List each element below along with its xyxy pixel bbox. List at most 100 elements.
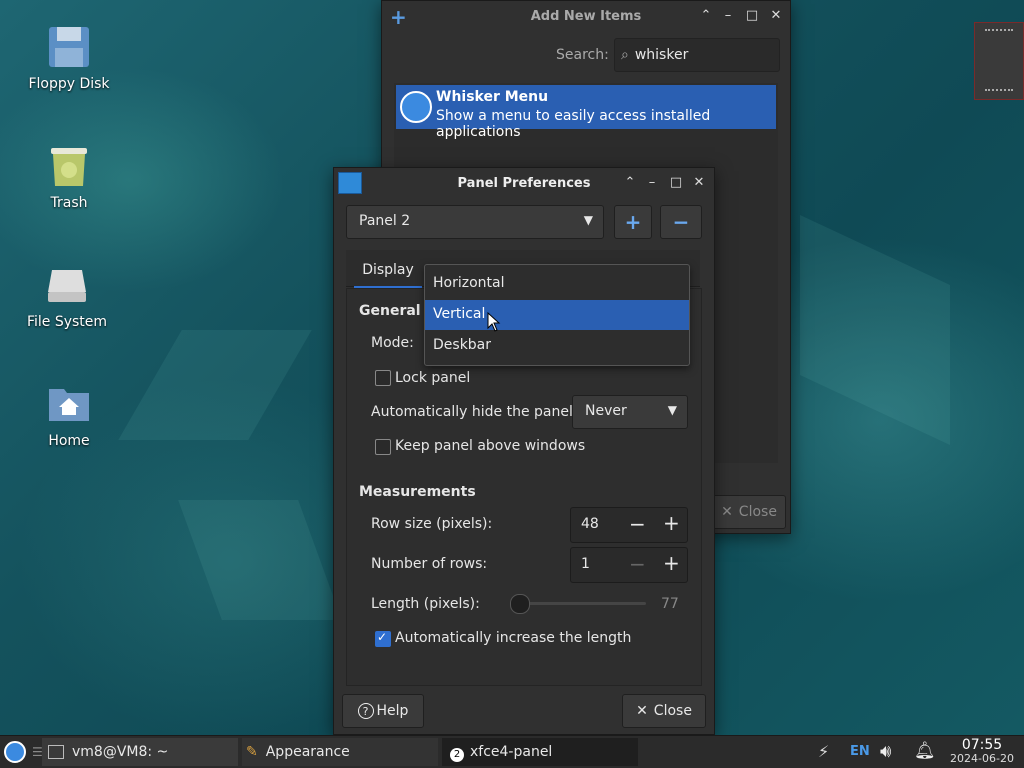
workspace-preview[interactable] — [974, 22, 1024, 100]
clock-date: 2024-06-20 — [950, 752, 1014, 765]
length-label: Length (pixels): — [371, 596, 480, 612]
close-icon: ✕ — [636, 703, 648, 719]
length-slider-track[interactable] — [510, 602, 646, 605]
close-label: Close — [653, 703, 692, 719]
network-icon[interactable]: ⚡ — [818, 742, 829, 761]
auto-hide-label: Automatically hide the panel: — [371, 404, 578, 420]
decrement-button[interactable]: − — [629, 512, 646, 536]
section-measurements: Measurements — [359, 484, 476, 500]
help-icon: ? — [357, 703, 374, 719]
row-size-label: Row size (pixels): — [371, 516, 493, 532]
clock-time: 07:55 — [961, 737, 1003, 753]
desktop-icon-label: File System — [26, 314, 108, 330]
trash-icon — [46, 143, 92, 189]
minimize-button[interactable]: – — [720, 8, 736, 24]
maximize-button[interactable]: □ — [668, 175, 684, 191]
mode-option-vertical[interactable]: Vertical — [425, 300, 689, 332]
section-general: General — [359, 303, 421, 319]
keyboard-layout[interactable]: EN — [850, 744, 870, 759]
maximize-button[interactable]: □ — [744, 8, 760, 24]
mode-label: Mode: — [371, 335, 414, 351]
task-xfce4-panel[interactable]: 2 xfce4-panel — [442, 738, 638, 766]
task-label: xfce4-panel — [470, 744, 553, 760]
whisker-menu-icon[interactable] — [4, 741, 26, 763]
row-size-value[interactable]: 48 — [581, 516, 599, 532]
lock-panel-checkbox[interactable] — [375, 370, 391, 386]
plus-icon: + — [624, 210, 642, 234]
keep-above-checkbox[interactable] — [375, 439, 391, 455]
desktop-icon-label: Trash — [50, 195, 88, 211]
tab-display[interactable]: Display — [354, 254, 422, 289]
mode-option-label: Deskbar — [433, 337, 492, 353]
wallpaper-shard — [800, 215, 950, 445]
search-input[interactable]: ⌕ whisker — [614, 38, 780, 72]
terminal-icon — [48, 745, 64, 759]
close-window-button[interactable]: ✕ — [768, 8, 784, 24]
task-appearance[interactable]: ✎ Appearance — [242, 738, 438, 766]
clock[interactable]: 07:55 2024-06-20 — [944, 737, 1020, 765]
search-value: whisker — [634, 47, 689, 63]
drive-icon — [44, 262, 90, 308]
task-terminal[interactable]: vm8@VM8: ~ — [42, 738, 238, 766]
notification-bell-icon[interactable]: 🔔︎ — [914, 741, 936, 761]
increment-button[interactable]: + — [663, 511, 680, 535]
task-label: vm8@VM8: ~ — [72, 744, 169, 760]
mode-dropdown-menu: Horizontal Vertical Deskbar — [424, 264, 690, 366]
result-description: Show a menu to easily access installed a… — [436, 108, 711, 140]
appearance-icon: ✎ — [246, 744, 258, 760]
add-panel-button[interactable]: + — [614, 205, 652, 239]
minimize-button[interactable]: – — [644, 175, 660, 191]
close-button[interactable]: ✕ Close — [622, 694, 706, 728]
desktop-icon-trash[interactable]: Trash — [14, 143, 124, 211]
desktop-icon-label: Home — [48, 433, 90, 449]
mode-option-label: Horizontal — [433, 275, 505, 291]
num-rows-value[interactable]: 1 — [581, 556, 590, 572]
shade-button[interactable]: ⌃ — [698, 8, 714, 24]
shade-button[interactable]: ⌃ — [622, 175, 638, 191]
mode-option-horizontal[interactable]: Horizontal — [425, 269, 689, 299]
panel-select[interactable]: Panel 2 ▼ — [346, 205, 604, 239]
search-label: Search: — [556, 47, 609, 63]
panel-preferences-window: Panel Preferences ⌃ – □ ✕ Panel 2 ▼ + − … — [333, 167, 715, 735]
lock-panel-label: Lock panel — [395, 370, 471, 386]
desktop-icon-floppy-disk[interactable]: Floppy Disk — [14, 24, 124, 92]
increment-button[interactable]: + — [663, 551, 680, 575]
volume-icon[interactable]: 🔊︎ — [880, 741, 891, 762]
remove-panel-button[interactable]: − — [660, 205, 702, 239]
whisker-menu-icon — [400, 91, 432, 123]
auto-hide-select[interactable]: Never ▼ — [572, 395, 688, 429]
workspace-grip-icon — [985, 89, 1013, 93]
wallpaper-shard — [178, 500, 342, 620]
desktop-icon-home[interactable]: Home — [14, 381, 124, 449]
minus-icon: − — [672, 210, 690, 234]
row-size-stepper: 48 − + — [570, 507, 688, 543]
mode-option-deskbar[interactable]: Deskbar — [425, 331, 689, 361]
length-slider-handle[interactable] — [510, 594, 530, 614]
mouse-pointer-icon — [487, 312, 501, 332]
task-label: Appearance — [265, 744, 350, 760]
help-button[interactable]: ? Help — [342, 694, 424, 728]
taskbar: ☰ vm8@VM8: ~ ✎ Appearance 2 xfce4-panel … — [0, 735, 1024, 768]
length-value: 77 — [661, 596, 679, 612]
num-rows-label: Number of rows: — [371, 556, 488, 572]
panel-select-value: Panel 2 — [359, 213, 411, 229]
close-button[interactable]: ✕ Close — [712, 495, 786, 529]
decrement-button[interactable]: − — [629, 552, 646, 576]
auto-increase-label: Automatically increase the length — [395, 630, 632, 646]
tab-display-label: Display — [362, 262, 414, 278]
desktop-icon-file-system[interactable]: File System — [12, 262, 122, 330]
title-bar: + Add New Items ⌃ – □ ✕ — [382, 1, 790, 31]
list-item-whisker-menu[interactable]: Whisker Menu Show a menu to easily acces… — [396, 85, 776, 140]
wallpaper-shard — [118, 330, 312, 440]
close-window-button[interactable]: ✕ — [691, 175, 707, 191]
num-rows-stepper: 1 − + — [570, 547, 688, 583]
chevron-down-icon: ▼ — [583, 213, 593, 227]
workspace-grip-icon — [985, 29, 1013, 33]
floppy-disk-icon — [46, 24, 92, 70]
help-label: Help — [376, 703, 409, 719]
title-bar: Panel Preferences ⌃ – □ ✕ — [334, 168, 714, 198]
group-count-badge: 2 — [450, 748, 464, 762]
panel-task-icon: 2 — [446, 742, 466, 762]
close-label: Close — [738, 504, 777, 520]
auto-increase-checkbox[interactable]: ✓ — [375, 630, 391, 647]
